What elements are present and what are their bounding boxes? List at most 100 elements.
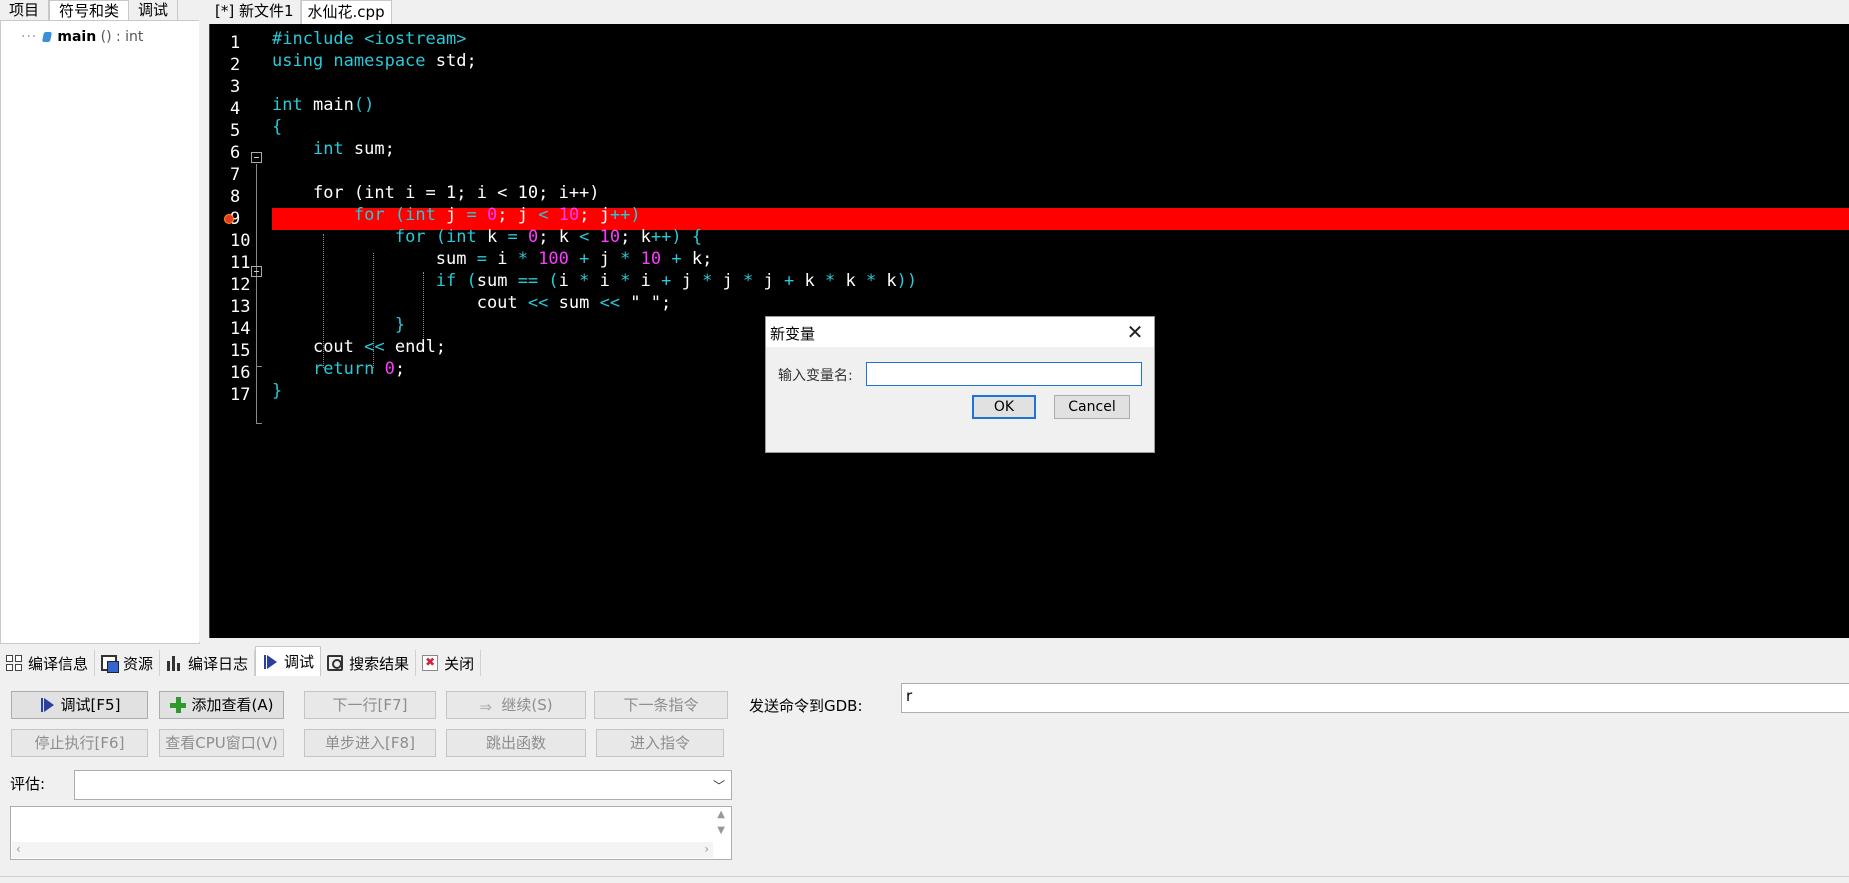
tree-item-main[interactable]: ··· main () : int [21,29,143,45]
line-number: 17 [230,385,251,405]
grid-icon [6,655,22,671]
evaluate-output: ▲ ▼ ‹ › [10,806,732,860]
tab-label: 调试 [284,653,315,671]
editor-tab-new-file[interactable]: [*] 新文件1 [209,0,301,24]
button-label: 查看CPU窗口(V) [165,734,278,752]
code-line: if (sum == (i * i * i + j * j * j + k * … [435,271,918,291]
line-number: 10 [230,231,251,251]
cpu-window-button[interactable]: 查看CPU窗口(V) [159,729,284,757]
fold-end-loop [256,366,262,367]
close-icon [422,655,439,671]
gdb-command-label: 发送命令到GDB: [749,697,863,715]
into-instruction-button[interactable]: 进入指令 [596,729,724,757]
chevron-down-icon[interactable]: ﹀ [713,777,725,794]
evaluate-label: 评估: [10,775,46,793]
ok-button[interactable]: OK [972,395,1036,419]
gdb-command-input[interactable]: r [901,683,1849,713]
line-number: 11 [230,253,251,273]
line-number: 5 [230,121,241,141]
step-into-button[interactable]: 单步进入[F8] [304,729,436,757]
code-line: sum = i * 100 + j * 10 + k; [435,249,713,269]
bar-chart-icon [166,655,183,671]
tab-close[interactable]: 关闭 [416,650,482,676]
tab-search-results[interactable]: 搜索结果 [321,650,417,676]
code-line: int sum; [312,139,395,159]
tab-project[interactable]: 项目 [0,0,50,20]
cancel-button[interactable]: Cancel [1054,395,1130,419]
variable-name-input[interactable] [866,362,1142,386]
tab-resources[interactable]: 资源 [95,650,161,676]
fold-line-main [256,164,257,424]
code-line: for (int j = 0; j < 10; j++) [353,205,641,225]
variable-name-label: 输入变量名: [778,368,853,384]
button-label: 进入指令 [629,734,690,752]
function-icon [42,32,53,42]
button-label: 添加查看(A) [191,696,274,714]
line-number: 8 [230,187,241,207]
button-label: 下一行[F7] [332,696,408,714]
tree-item-signature: () : int [100,29,144,45]
button-label: 继续(S) [501,696,553,714]
new-variable-dialog: 新变量 ✕ 输入变量名: OK Cancel [765,316,1155,453]
line-number: 3 [230,77,241,97]
line-number: 14 [230,319,251,339]
code-line: { [272,117,283,137]
editor-tab-narcissus[interactable]: 水仙花.cpp [300,0,392,25]
scroll-right-icon[interactable]: › [704,842,709,856]
tab-compile-info[interactable]: 编译信息 [0,650,96,676]
code-line: cout << endl; [312,337,447,357]
code-line: #include <iostream> [272,29,467,49]
dialog-title: 新变量 [770,325,816,343]
line-number: 6 [230,143,241,163]
tab-debug[interactable]: 调试 [255,646,322,676]
fold-end-main [256,423,262,424]
line-number: 4 [230,99,241,119]
button-label: 停止执行[F6] [34,734,125,752]
tab-label: 资源 [123,654,154,673]
left-panel-tabs: 项目 符号和类 调试 [0,0,200,22]
scroll-down-icon[interactable]: ▼ [717,825,725,836]
close-icon[interactable]: ✕ [1122,319,1148,345]
next-instruction-button[interactable]: 下一条指令 [594,691,728,719]
code-line: } [272,381,283,401]
scroll-up-icon[interactable]: ▲ [717,809,725,820]
panel-splitter[interactable] [199,0,209,642]
tree-connector: ··· [21,29,38,45]
debug-icon [262,654,278,670]
search-icon [327,655,344,671]
button-label: 跳出函数 [485,734,546,752]
button-label: 调试[F5] [60,696,121,714]
symbol-tree: ··· main () : int [0,20,200,644]
line-number: 15 [230,341,251,361]
line-number: 16 [230,363,251,383]
tab-debug-left[interactable]: 调试 [129,0,179,20]
add-watch-button[interactable]: 添加查看(A) [159,691,284,719]
fold-toggle-main[interactable] [251,152,262,163]
line-number: 1 [230,33,241,53]
tab-label: 编译信息 [28,654,89,673]
stop-button[interactable]: 停止执行[F6] [11,729,148,757]
continue-icon [479,694,495,720]
fold-toggle-loop[interactable] [251,266,262,277]
line-number: 2 [230,55,241,75]
scroll-left-icon[interactable]: ‹ [16,842,21,856]
code-line: for (int k = 0; k < 10; k++) { [394,227,703,247]
evaluate-combobox[interactable]: ﹀ [74,770,732,800]
debug-button[interactable]: 调试[F5] [11,691,148,719]
dialog-titlebar[interactable]: 新变量 ✕ [766,317,1154,347]
next-line-button[interactable]: 下一行[F7] [304,691,436,719]
tab-compile-log[interactable]: 编译日志 [160,650,256,676]
button-label: 单步进入[F8] [325,734,415,752]
plus-icon [169,697,186,713]
tab-symbols-classes[interactable]: 符号和类 [49,0,130,21]
tab-label: 关闭 [444,654,475,673]
horizontal-scrollbar[interactable]: ‹ › [12,842,713,858]
step-out-button[interactable]: 跳出函数 [446,729,586,757]
editor-tabs: [*] 新文件1 水仙花.cpp [209,0,392,25]
line-number: 7 [230,165,241,185]
continue-button[interactable]: 继续(S) [446,691,586,720]
tree-item-name: main [57,29,97,45]
breakpoint-icon[interactable] [224,214,234,224]
line-number: 12 [230,275,251,295]
code-line: using namespace std; [272,51,477,71]
